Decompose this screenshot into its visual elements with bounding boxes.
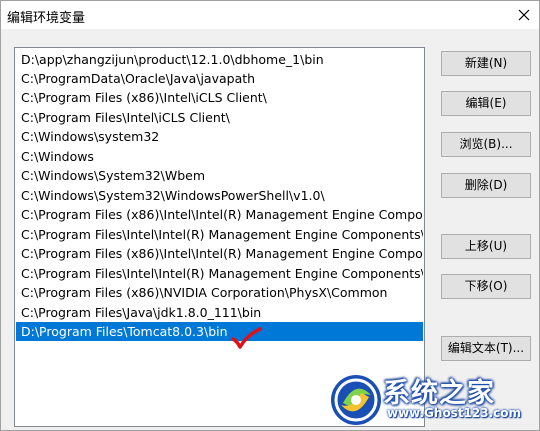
path-text: C:\Program Files\Intel\iCLS Client\ [21,110,230,125]
path-text: C:\Windows [21,149,94,164]
path-text: C:\Program Files (x86)\Intel\Intel(R) Ma… [21,207,423,222]
red-checkmark-icon [231,327,262,349]
path-list-item[interactable]: C:\Program Files\Intel\Intel(R) Manageme… [16,225,423,244]
path-list-item[interactable]: C:\Program Files (x86)\NVIDIA Corporatio… [16,283,423,302]
path-list-item[interactable]: C:\Program Files\Java\jdk1.8.0_111\bin [16,303,423,322]
path-list-item-selected[interactable]: D:\Program Files\Tomcat8.0.3\bin [16,322,423,341]
path-text: C:\Program Files\Java\jdk1.8.0_111\bin [21,305,262,320]
path-list-item[interactable]: C:\ProgramData\Oracle\Java\javapath [16,69,423,88]
path-text: C:\ProgramData\Oracle\Java\javapath [21,71,256,86]
move-down-button[interactable]: 下移(O) [441,274,531,299]
path-list[interactable]: D:\app\zhangzijun\product\12.1.0\dbhome_… [14,47,425,427]
path-text: C:\Program Files (x86)\NVIDIA Corporatio… [21,285,388,300]
path-text: C:\Program Files (x86)\Intel\Intel(R) Ma… [21,246,423,261]
path-list-item[interactable]: C:\Program Files\Intel\Intel(R) Manageme… [16,264,423,283]
path-list-item[interactable]: C:\Program Files (x86)\Intel\Intel(R) Ma… [16,244,423,263]
edit-text-button[interactable]: 编辑文本(T)... [441,336,531,361]
path-list-item[interactable]: D:\app\zhangzijun\product\12.1.0\dbhome_… [16,50,423,69]
close-button[interactable] [509,1,539,29]
path-text: C:\Program Files\Intel\Intel(R) Manageme… [21,227,423,242]
watermark-logo-icon [331,375,381,425]
path-list-item[interactable]: C:\Windows\system32 [16,127,423,146]
move-up-button[interactable]: 上移(U) [441,234,531,259]
browse-button[interactable]: 浏览(B)... [441,132,531,157]
path-text: C:\Windows\System32\Wbem [21,168,206,183]
watermark-title: 系统之家 [383,378,495,409]
delete-button[interactable]: 删除(D) [441,173,531,198]
title-bar: 编辑环境变量 [1,1,539,29]
new-button[interactable]: 新建(N) [441,51,531,76]
path-text: C:\Windows\system32 [21,129,160,144]
path-text: C:\Program Files\Intel\Intel(R) Manageme… [21,266,423,281]
path-text: C:\Windows\System32\WindowsPowerShell\v1… [21,188,325,203]
watermark-url: www.Ghost123.com [387,406,522,420]
path-list-item[interactable]: C:\Windows [16,147,423,166]
edit-button[interactable]: 编辑(E) [441,91,531,116]
window-title: 编辑环境变量 [7,11,86,26]
edit-env-variable-dialog: 编辑环境变量 D:\app\zhangzijun\product\12.1.0\… [0,0,540,431]
path-list-item[interactable]: C:\Program Files\Intel\iCLS Client\ [16,108,423,127]
watermark: 系统之家 www.Ghost123.com [327,371,537,429]
path-text: C:\Program Files (x86)\Intel\iCLS Client… [21,90,267,105]
path-list-item[interactable]: C:\Windows\System32\WindowsPowerShell\v1… [16,186,423,205]
close-icon [518,9,530,21]
path-text: D:\Program Files\Tomcat8.0.3\bin [21,324,228,339]
path-list-item[interactable]: C:\Program Files (x86)\Intel\Intel(R) Ma… [16,205,423,224]
path-list-item[interactable]: C:\Windows\System32\Wbem [16,166,423,185]
path-text: D:\app\zhangzijun\product\12.1.0\dbhome_… [21,52,324,67]
path-list-item[interactable]: C:\Program Files (x86)\Intel\iCLS Client… [16,88,423,107]
